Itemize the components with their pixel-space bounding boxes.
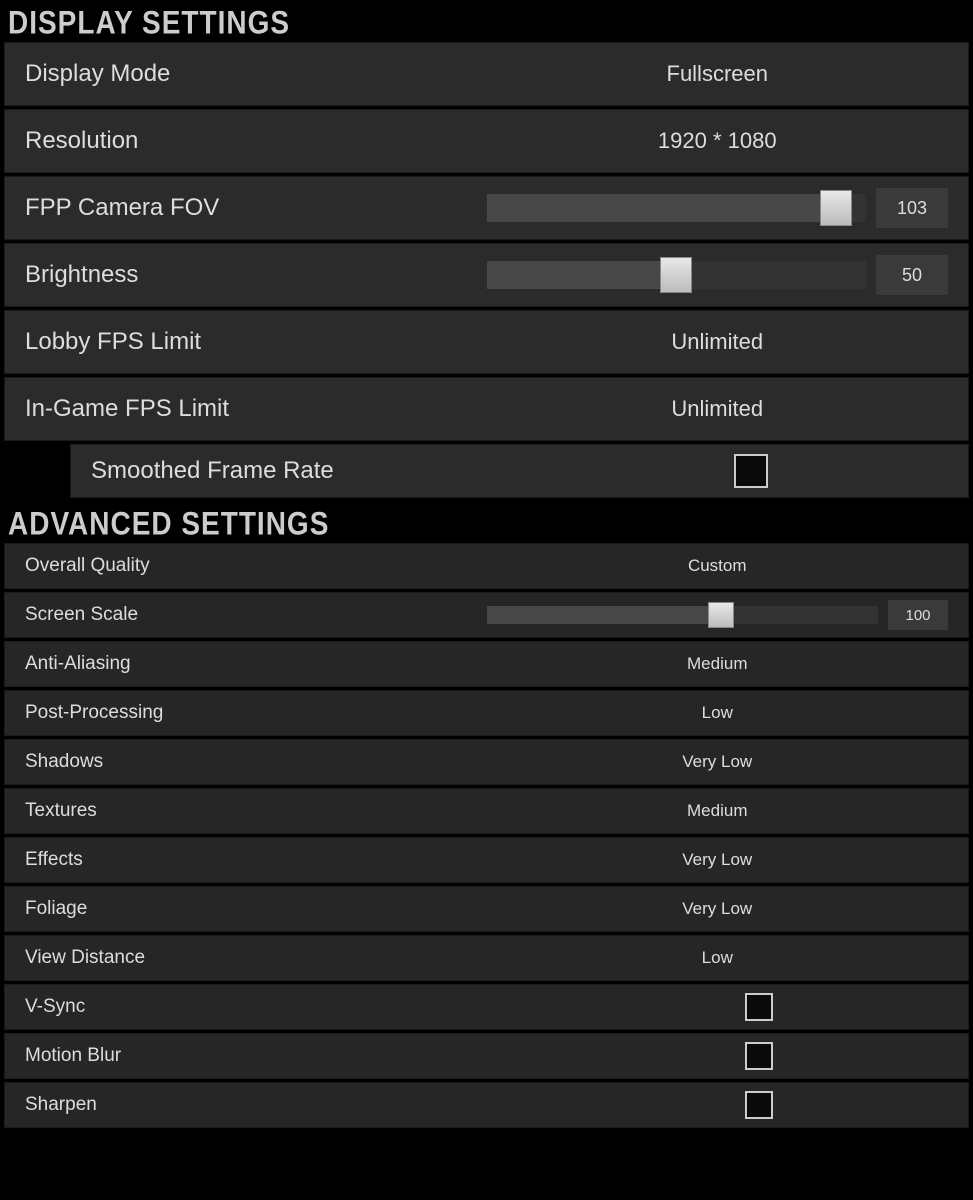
label-overall: Overall Quality xyxy=(25,555,487,577)
row-shadows[interactable]: Shadows Very Low xyxy=(4,739,969,785)
value-ingame-fps: Unlimited xyxy=(487,396,949,422)
slider-fov-fill xyxy=(487,194,836,222)
checkbox-motion-blur[interactable] xyxy=(745,1042,773,1070)
label-shadows: Shadows xyxy=(25,751,487,773)
label-brightness: Brightness xyxy=(25,261,487,289)
row-effects[interactable]: Effects Very Low xyxy=(4,837,969,883)
label-display-mode: Display Mode xyxy=(25,60,487,88)
row-overall-quality[interactable]: Overall Quality Custom xyxy=(4,543,969,589)
value-display-mode: Fullscreen xyxy=(487,61,949,87)
label-post: Post-Processing xyxy=(25,702,487,724)
label-view-distance: View Distance xyxy=(25,947,487,969)
slider-brightness[interactable] xyxy=(487,261,867,289)
value-textures: Medium xyxy=(487,801,949,821)
label-lobby-fps: Lobby FPS Limit xyxy=(25,328,487,356)
row-view-distance[interactable]: View Distance Low xyxy=(4,935,969,981)
value-lobby-fps: Unlimited xyxy=(487,329,949,355)
value-brightness[interactable]: 50 xyxy=(876,255,948,295)
value-view-distance: Low xyxy=(487,948,949,968)
checkbox-vsync[interactable] xyxy=(745,993,773,1021)
row-smoothed-frame-rate[interactable]: Smoothed Frame Rate xyxy=(70,444,969,498)
row-vsync[interactable]: V-Sync xyxy=(4,984,969,1030)
row-lobby-fps[interactable]: Lobby FPS Limit Unlimited xyxy=(4,310,969,374)
row-post-processing[interactable]: Post-Processing Low xyxy=(4,690,969,736)
row-sharpen[interactable]: Sharpen xyxy=(4,1082,969,1128)
row-motion-blur[interactable]: Motion Blur xyxy=(4,1033,969,1079)
slider-brightness-thumb[interactable] xyxy=(660,257,692,293)
row-foliage[interactable]: Foliage Very Low xyxy=(4,886,969,932)
row-screen-scale: Screen Scale 100 xyxy=(4,592,969,638)
label-screen-scale: Screen Scale xyxy=(25,604,487,626)
row-fov: FPP Camera FOV 103 xyxy=(4,176,969,240)
slider-screen-scale-thumb[interactable] xyxy=(708,602,734,628)
slider-fov-thumb[interactable] xyxy=(820,190,852,226)
slider-screen-scale-fill xyxy=(487,606,722,624)
label-smoothed: Smoothed Frame Rate xyxy=(91,457,520,485)
section-title-display: DISPLAY SETTINGS xyxy=(0,0,973,44)
value-screen-scale[interactable]: 100 xyxy=(888,600,948,630)
value-post: Low xyxy=(487,703,949,723)
label-resolution: Resolution xyxy=(25,127,487,155)
label-fov: FPP Camera FOV xyxy=(25,194,487,222)
row-anti-aliasing[interactable]: Anti-Aliasing Medium xyxy=(4,641,969,687)
label-foliage: Foliage xyxy=(25,898,487,920)
label-aa: Anti-Aliasing xyxy=(25,653,487,675)
label-vsync: V-Sync xyxy=(25,996,487,1018)
row-display-mode[interactable]: Display Mode Fullscreen xyxy=(4,42,969,106)
section-title-advanced: ADVANCED SETTINGS xyxy=(0,501,973,545)
slider-brightness-fill xyxy=(487,261,677,289)
row-brightness: Brightness 50 xyxy=(4,243,969,307)
slider-screen-scale[interactable] xyxy=(487,606,879,624)
row-textures[interactable]: Textures Medium xyxy=(4,788,969,834)
label-ingame-fps: In-Game FPS Limit xyxy=(25,395,487,423)
value-foliage: Very Low xyxy=(487,899,949,919)
label-textures: Textures xyxy=(25,800,487,822)
value-resolution: 1920 * 1080 xyxy=(487,128,949,154)
value-effects: Very Low xyxy=(487,850,949,870)
label-sharpen: Sharpen xyxy=(25,1094,487,1116)
value-shadows: Very Low xyxy=(487,752,949,772)
checkbox-sharpen[interactable] xyxy=(745,1091,773,1119)
label-effects: Effects xyxy=(25,849,487,871)
row-resolution[interactable]: Resolution 1920 * 1080 xyxy=(4,109,969,173)
value-aa: Medium xyxy=(487,654,949,674)
slider-fov[interactable] xyxy=(487,194,867,222)
label-motion-blur: Motion Blur xyxy=(25,1045,487,1067)
checkbox-smoothed[interactable] xyxy=(734,454,768,488)
row-ingame-fps[interactable]: In-Game FPS Limit Unlimited xyxy=(4,377,969,441)
value-overall: Custom xyxy=(487,556,949,576)
value-fov[interactable]: 103 xyxy=(876,188,948,228)
